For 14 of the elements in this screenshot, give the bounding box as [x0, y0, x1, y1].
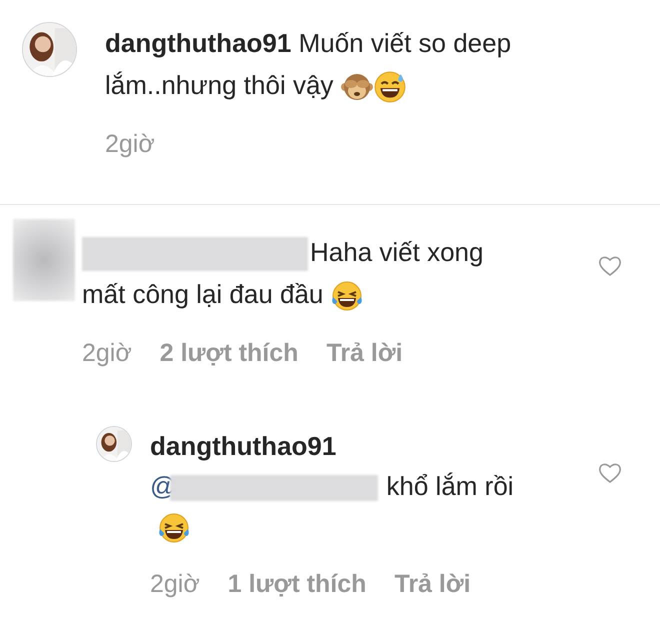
heart-icon[interactable]: [598, 462, 622, 484]
comment-time: 2giờ: [150, 569, 200, 600]
comment-time: 2giờ: [105, 129, 155, 160]
reply-link[interactable]: Trả lời: [326, 334, 403, 372]
sweat-smile-emoji-icon: [373, 70, 408, 104]
likes-link[interactable]: 1 lượt thích: [228, 566, 366, 604]
reply-link[interactable]: Trả lời: [394, 566, 471, 604]
comment-text: dangthuthao91 Muốn viết so deep lắm..nhưng thôi vậy: [105, 22, 517, 106]
laughing-tears-emoji-icon: [158, 512, 190, 544]
likes-link[interactable]: 2 lượt thích: [160, 334, 298, 372]
comment-time: 2giờ: [82, 338, 132, 368]
heart-icon[interactable]: [598, 254, 622, 276]
laughing-tears-emoji-icon: [331, 280, 364, 312]
comment-text: Haha viết xong mất công lại đau đầu: [82, 230, 494, 314]
